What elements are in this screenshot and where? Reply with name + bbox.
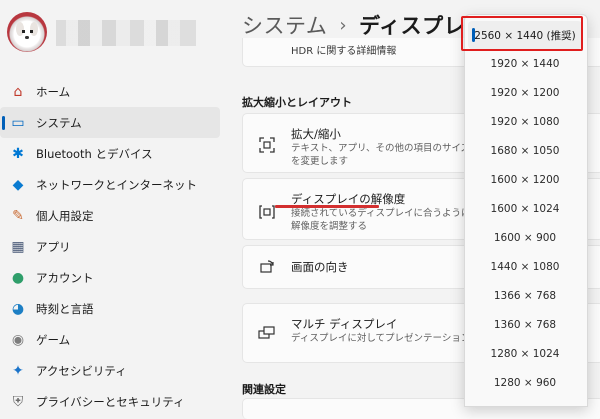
system-monitor-icon: ▭ <box>11 114 25 131</box>
sidebar-item-7[interactable]: ● アカウント <box>0 262 220 293</box>
sidebar-item-label: プライバシーとセキュリティ <box>36 394 185 409</box>
sidebar-item-1[interactable]: ⌂ ホーム <box>0 76 220 107</box>
blurred-username <box>56 20 196 46</box>
resolution-dropdown[interactable]: 2560 × 1440 (推奨) 1920 × 1440 1920 × 1200 19… <box>464 14 588 407</box>
sidebar-item-11[interactable]: ⛨ プライバシーとセキュリティ <box>0 386 220 417</box>
resolution-icon <box>257 202 277 222</box>
globe-clock-icon: ◕ <box>11 300 25 317</box>
sidebar: ⌂ ホーム ▭ システム ✱ Bluetooth とデバイス ◆ ネットワークとインターネット… <box>0 0 228 409</box>
wifi-icon: ◆ <box>12 176 24 193</box>
selected-resolution-highlight-box <box>461 16 583 51</box>
scale-title: 拡大/縮小 <box>291 127 341 141</box>
orientation-title: 画面の向き <box>291 260 349 274</box>
resolution-option[interactable]: 1360 × 768 <box>468 311 582 339</box>
sidebar-item-4[interactable]: ◆ ネットワークとインターネット <box>0 169 220 200</box>
sidebar-item-6[interactable]: ▦ アプリ <box>0 231 220 262</box>
sidebar-item-label: ホーム <box>36 84 71 99</box>
sidebar-item-2[interactable]: ▭ システム <box>0 107 220 138</box>
sidebar-item-3[interactable]: ✱ Bluetooth とデバイス <box>0 138 220 169</box>
sidebar-item-9[interactable]: ◉ ゲーム <box>0 324 220 355</box>
resolution-option[interactable]: 1600 × 1024 <box>468 195 582 223</box>
zoom-icon <box>257 135 277 155</box>
resolution-option[interactable]: 1920 × 1440 <box>468 50 582 78</box>
avatar[interactable] <box>7 12 47 52</box>
sidebar-item-label: 個人用設定 <box>36 208 94 223</box>
breadcrumb-root[interactable]: システム <box>242 10 327 40</box>
sidebar-item-label: 時刻と言語 <box>36 301 94 316</box>
resolution-option[interactable]: 1280 × 960 <box>468 369 582 397</box>
hdr-info-link[interactable]: HDR に関する詳細情報 <box>291 42 396 57</box>
bluetooth-icon: ✱ <box>12 145 24 162</box>
sidebar-item-10[interactable]: ✦ アクセシビリティ <box>0 355 220 386</box>
resolution-option[interactable]: 1280 × 1024 <box>468 340 582 368</box>
resolution-option[interactable]: 1366 × 768 <box>468 282 582 310</box>
resolution-option[interactable]: 1920 × 1200 <box>468 79 582 107</box>
sidebar-item-label: アカウント <box>36 270 94 285</box>
accessibility-icon: ✦ <box>12 362 24 379</box>
breadcrumb: システム › ディスプレイ <box>242 10 487 40</box>
multi-display-icon <box>257 323 277 343</box>
rotate-icon <box>257 257 277 277</box>
sidebar-item-label: Bluetooth とデバイス <box>36 146 153 161</box>
sidebar-item-8[interactable]: ◕ 時刻と言語 <box>0 293 220 324</box>
resolution-option[interactable]: 1600 × 1200 <box>468 166 582 194</box>
resolution-option[interactable]: 1440 × 1080 <box>468 253 582 281</box>
scale-desc: テキスト、アプリ、その他の項目のサイズを変更します <box>291 143 471 167</box>
sidebar-nav: ⌂ ホーム ▭ システム ✱ Bluetooth とデバイス ◆ ネットワークとインターネット… <box>0 76 228 417</box>
resolution-option[interactable]: 1920 × 1080 <box>468 108 582 136</box>
sidebar-item-label: アクセシビリティ <box>36 363 127 378</box>
sidebar-item-label: アプリ <box>36 239 71 254</box>
resolution-desc: 接続されているディスプレイに合うように解像度を調整する <box>291 208 471 232</box>
apps-icon: ▦ <box>11 238 25 255</box>
sidebar-item-label: システム <box>36 115 82 130</box>
resolution-underline-highlight <box>275 205 379 208</box>
gamepad-icon: ◉ <box>11 331 25 348</box>
chevron-right-icon: › <box>339 14 348 36</box>
multi-display-title: マルチ ディスプレイ <box>291 317 398 331</box>
home-icon: ⌂ <box>13 83 23 100</box>
resolution-option[interactable]: 1680 × 1050 <box>468 137 582 165</box>
shield-icon: ⛨ <box>12 393 24 410</box>
section-related-settings: 関連設定 <box>242 383 286 396</box>
section-scale-layout: 拡大縮小とレイアウト <box>242 96 352 109</box>
resolution-option[interactable]: 1600 × 900 <box>468 224 582 252</box>
paintbrush-icon: ✎ <box>12 207 24 224</box>
sidebar-item-5[interactable]: ✎ 個人用設定 <box>0 200 220 231</box>
account-icon: ● <box>11 269 25 286</box>
sidebar-item-label: ゲーム <box>36 332 71 347</box>
sidebar-item-label: ネットワークとインターネット <box>36 177 197 192</box>
